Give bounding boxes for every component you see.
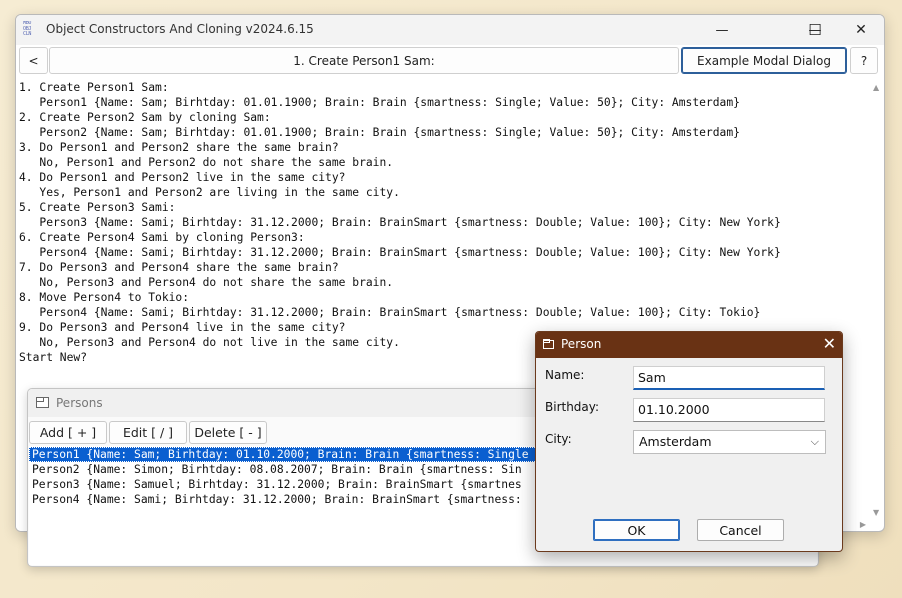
close-button[interactable]: ✕ — [838, 15, 884, 45]
output-line: 7. Do Person3 and Person4 share the same… — [19, 261, 339, 274]
birthday-field[interactable]: 01.10.2000 — [633, 398, 825, 422]
add-person-button[interactable]: Add [ + ] — [29, 421, 107, 444]
city-select[interactable]: Amsterdam ⌵ — [633, 430, 826, 454]
close-icon: ✕ — [855, 22, 867, 38]
window-icon — [36, 397, 49, 408]
window-icon — [543, 339, 554, 349]
output-line: Start New? — [19, 351, 88, 364]
output-line: Person4 {Name: Sami; Birhtday: 31.12.200… — [19, 246, 781, 259]
output-line: 1. Create Person1 Sam: — [19, 81, 169, 94]
window-title: Object Constructors And Cloning v2024.6.… — [46, 22, 314, 36]
back-button[interactable]: < — [19, 47, 48, 74]
output-line: No, Person3 and Person4 do not live in t… — [19, 336, 400, 349]
output-line: Person3 {Name: Sami; Birhtday: 31.12.200… — [19, 216, 781, 229]
minimize-icon: — — [715, 22, 729, 38]
city-value: Amsterdam — [639, 434, 712, 449]
output-line: 9. Do Person3 and Person4 live in the sa… — [19, 321, 346, 334]
output-line: No, Person1 and Person2 do not share the… — [19, 156, 394, 169]
scroll-down-icon[interactable]: ▼ — [873, 508, 879, 517]
close-icon[interactable]: ✕ — [823, 334, 836, 353]
vertical-scrollbar[interactable]: ▲ ▼ — [870, 79, 884, 519]
app-icon: MBO OBJ CLN — [23, 21, 32, 37]
output-line: Yes, Person1 and Person2 are living in t… — [19, 186, 400, 199]
scroll-right-icon[interactable]: ▶ — [860, 520, 866, 529]
dialog-title: Person — [561, 337, 602, 351]
birthday-label: Birthday: — [545, 400, 600, 414]
ok-button[interactable]: OK — [593, 519, 680, 541]
help-button[interactable]: ? — [850, 47, 878, 74]
delete-person-button[interactable]: Delete [ - ] — [189, 421, 267, 444]
output-line: 3. Do Person1 and Person2 share the same… — [19, 141, 339, 154]
output-line: Person4 {Name: Sami; Birhtday: 31.12.200… — [19, 306, 761, 319]
output-line: Person2 {Name: Sam; Birhtday: 01.01.1900… — [19, 126, 740, 139]
example-modal-dialog-button[interactable]: Example Modal Dialog — [681, 47, 847, 74]
minimize-button[interactable]: — — [699, 15, 745, 45]
maximize-icon: ☐ — [808, 21, 822, 39]
persons-title: Persons — [56, 396, 103, 410]
step-button[interactable]: 1. Create Person1 Sam: — [49, 47, 679, 74]
output-line: 2. Create Person2 Sam by cloning Sam: — [19, 111, 271, 124]
output-line: No, Person3 and Person4 do not share the… — [19, 276, 394, 289]
main-titlebar[interactable]: MBO OBJ CLN Object Constructors And Clon… — [16, 15, 884, 45]
cancel-button[interactable]: Cancel — [697, 519, 784, 541]
chevron-down-icon: ⌵ — [810, 435, 819, 448]
output-line: 8. Move Person4 to Tokio: — [19, 291, 190, 304]
name-field[interactable]: Sam — [633, 366, 825, 390]
city-label: City: — [545, 432, 572, 446]
output-line: 5. Create Person3 Sami: — [19, 201, 176, 214]
maximize-button[interactable]: ☐ — [792, 15, 838, 45]
output-line: Person1 {Name: Sam; Birhtday: 01.01.1900… — [19, 96, 740, 109]
name-label: Name: — [545, 368, 585, 382]
output-line: 6. Create Person4 Sami by cloning Person… — [19, 231, 305, 244]
scroll-up-icon[interactable]: ▲ — [873, 83, 879, 92]
dialog-titlebar[interactable]: Person ✕ — [536, 332, 842, 358]
person-dialog: Person ✕ Name: Sam Birthday: 01.10.2000 … — [535, 331, 843, 552]
edit-person-button[interactable]: Edit [ / ] — [109, 421, 187, 444]
output-line: 4. Do Person1 and Person2 live in the sa… — [19, 171, 346, 184]
toolbar: < 1. Create Person1 Sam: Example Modal D… — [16, 45, 884, 79]
